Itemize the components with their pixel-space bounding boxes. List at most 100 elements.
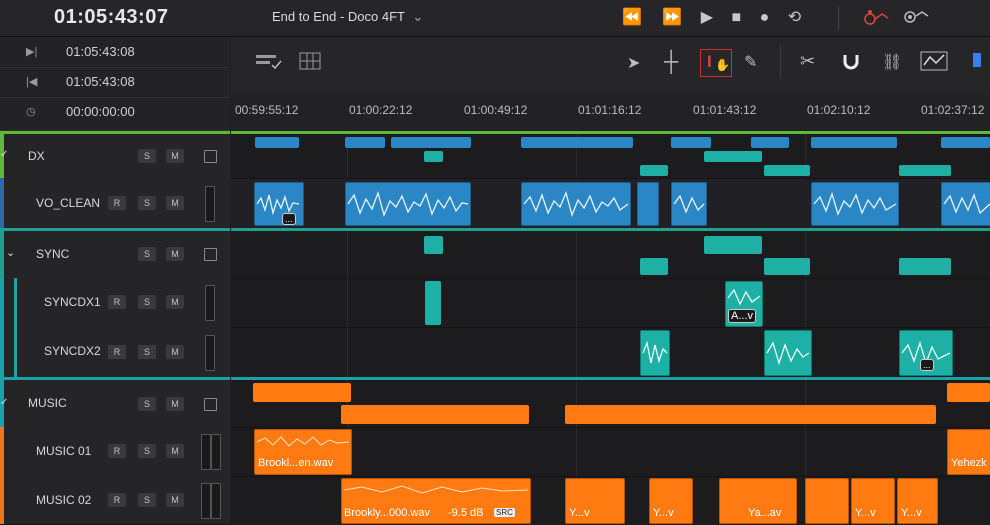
solo-button[interactable]: S	[138, 397, 156, 411]
dx-bus-sync-clip[interactable]	[899, 165, 951, 176]
vo-clip[interactable]	[811, 182, 899, 226]
play-icon[interactable]: ▶	[701, 9, 713, 26]
sync-bus-clip[interactable]	[640, 258, 668, 275]
syncdx1-clip[interactable]: A...v	[725, 281, 763, 327]
snapping-magnet-icon[interactable]	[841, 51, 861, 76]
dx-bus-clip[interactable]	[941, 137, 990, 148]
solo-button[interactable]: S	[138, 493, 156, 507]
mute-button[interactable]: M	[166, 345, 184, 359]
solo-button[interactable]: S	[138, 196, 156, 210]
dx-bus-clip[interactable]	[671, 137, 711, 148]
track-name[interactable]: SYNCDX2	[44, 344, 101, 358]
sync-bus-clip[interactable]	[764, 258, 810, 275]
timecode-out[interactable]: 01:05:43:08	[66, 74, 135, 89]
timeline-ruler[interactable]: 00:59:55:12 01:00:22:12 01:00:49:12 01:0…	[231, 95, 990, 132]
track-name[interactable]: MUSIC 02	[36, 493, 91, 507]
track-select-checkbox[interactable]	[204, 398, 217, 411]
syncdx2-clip[interactable]	[640, 330, 670, 376]
flag-icon[interactable]	[973, 53, 981, 67]
music02-clip[interactable]: Y...v	[851, 478, 895, 524]
project-title[interactable]: End to End - Doco 4FT ⌄	[272, 9, 423, 25]
dx-bus-clip[interactable]	[521, 137, 633, 148]
expand-chevron-icon[interactable]: ✓	[0, 149, 8, 160]
record-arm-button[interactable]: R	[108, 196, 126, 210]
audio-curve-icon[interactable]	[920, 51, 948, 76]
track-name[interactable]: VO_CLEAN	[36, 196, 100, 210]
dx-bus-sync-clip[interactable]	[424, 151, 443, 162]
solo-button[interactable]: S	[138, 345, 156, 359]
syncdx2-clip[interactable]	[764, 330, 812, 376]
vo-clip[interactable]	[345, 182, 471, 226]
dx-bus-clip[interactable]	[255, 137, 299, 148]
track-name[interactable]: DX	[28, 149, 45, 163]
pencil-icon[interactable]: ✎	[744, 52, 757, 72]
track-header-music[interactable]: ✓ MUSIC S M	[0, 377, 230, 428]
range-selection-icon[interactable]: ┼	[664, 51, 678, 74]
grid-view-icon[interactable]	[299, 52, 321, 75]
dx-bus-sync-clip[interactable]	[704, 151, 762, 162]
vo-clip[interactable]	[671, 182, 707, 226]
record-arm-button[interactable]: R	[108, 345, 126, 359]
mute-button[interactable]: M	[166, 295, 184, 309]
mute-button[interactable]: M	[166, 397, 184, 411]
music01-clip[interactable]: Brookl...en.wav	[254, 429, 352, 475]
track-select-checkbox[interactable]	[204, 248, 217, 261]
music02-clip[interactable]: Y...v	[897, 478, 938, 524]
blade-scissors-icon[interactable]: ✂	[800, 51, 815, 72]
expand-chevron-icon[interactable]: ⌄	[6, 246, 15, 259]
dx-bus-clip[interactable]	[811, 137, 897, 148]
record-arm-button[interactable]: R	[108, 444, 126, 458]
track-header-dx[interactable]: ✓ DX S M	[0, 131, 230, 179]
dx-bus-sync-clip[interactable]	[640, 165, 668, 176]
music-bus-clip[interactable]	[253, 383, 351, 402]
timecode-duration[interactable]: 00:00:00:00	[66, 104, 135, 119]
music-bus-clip[interactable]	[947, 383, 990, 402]
track-name[interactable]: SYNC	[36, 247, 69, 261]
mute-button[interactable]: M	[166, 149, 184, 163]
link-icon[interactable]: ⛓	[882, 52, 902, 72]
edit-mode-icon[interactable]: I ✋	[700, 49, 732, 77]
music-bus-clip[interactable]	[341, 405, 529, 424]
rewind-icon[interactable]: ⏪	[622, 9, 642, 26]
vo-clip[interactable]	[941, 182, 990, 226]
vo-clip[interactable]: ...	[254, 182, 304, 226]
settings-icon[interactable]	[900, 6, 930, 26]
track-select-checkbox[interactable]	[204, 150, 217, 163]
loop-icon[interactable]: ⟲	[788, 9, 801, 26]
music02-clip[interactable]: Y...v	[565, 478, 625, 524]
music02-clip[interactable]: Y...v	[649, 478, 693, 524]
dx-bus-clip[interactable]	[391, 137, 471, 148]
solo-button[interactable]: S	[138, 247, 156, 261]
syncdx1-clip[interactable]	[425, 281, 441, 325]
syncdx2-clip[interactable]: ...	[899, 330, 953, 376]
track-header-music-01[interactable]: MUSIC 01 R S M	[0, 427, 230, 477]
vo-clip[interactable]	[521, 182, 631, 226]
sync-bus-clip[interactable]	[704, 236, 762, 254]
music-bus-clip[interactable]	[565, 405, 936, 424]
solo-button[interactable]: S	[138, 149, 156, 163]
mute-button[interactable]: M	[166, 196, 184, 210]
sync-bus-clip[interactable]	[899, 258, 951, 275]
track-name[interactable]: SYNCDX1	[44, 295, 101, 309]
music02-clip[interactable]	[805, 478, 849, 524]
track-name[interactable]: MUSIC 01	[36, 444, 91, 458]
track-header-music-02[interactable]: MUSIC 02 R S M	[0, 476, 230, 525]
dx-bus-clip[interactable]	[751, 137, 789, 148]
expand-chevron-icon[interactable]: ✓	[0, 397, 8, 408]
music01-clip[interactable]: Yehezk	[947, 429, 990, 475]
track-header-vo-clean[interactable]: VO_CLEAN R S M	[0, 178, 230, 229]
record-arm-button[interactable]: R	[108, 493, 126, 507]
stop-icon[interactable]: ■	[732, 9, 742, 26]
fast-forward-icon[interactable]: ⏩	[662, 9, 682, 26]
track-view-options-icon[interactable]	[255, 53, 283, 76]
record-icon[interactable]: ●	[760, 9, 770, 26]
music02-clip[interactable]: Brookly...000.wav -9.5 dB SRC	[341, 478, 531, 524]
solo-button[interactable]: S	[138, 295, 156, 309]
solo-button[interactable]: S	[138, 444, 156, 458]
chevron-down-icon[interactable]: ⌄	[412, 9, 423, 24]
mute-button[interactable]: M	[166, 493, 184, 507]
automation-icon[interactable]	[862, 8, 890, 26]
sync-bus-clip[interactable]	[424, 236, 443, 254]
track-header-syncdx1[interactable]: SYNCDX1 R S M	[0, 278, 230, 328]
dx-bus-sync-clip[interactable]	[764, 165, 810, 176]
